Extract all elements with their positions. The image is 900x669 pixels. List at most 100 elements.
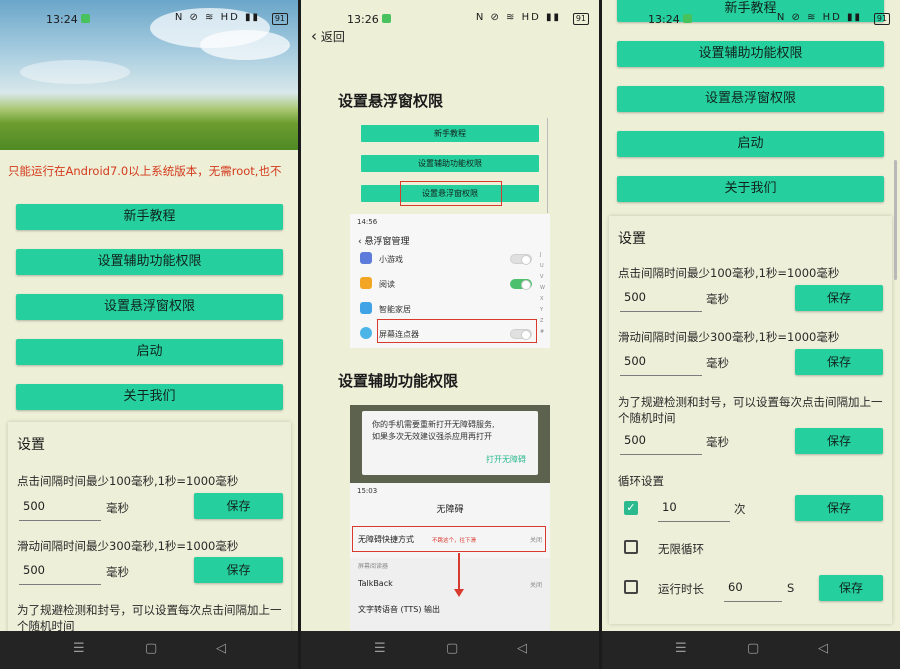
accessibility-permission-button[interactable]: 设置辅助功能权限	[617, 41, 884, 67]
tts-setting: 文字转语音 (TTS) 输出	[358, 605, 441, 614]
runtime-checkbox[interactable]	[624, 580, 638, 594]
about-us-button[interactable]: 关于我们	[617, 176, 884, 202]
dialog-message-line2: 如果多次无效建议强杀应用再打开	[372, 432, 492, 441]
scrollbar[interactable]	[894, 160, 897, 280]
mini-status-time: 15:03	[357, 487, 378, 495]
random-interval-label: 为了规避检测和封号，可以设置每次点击间隔加上一	[17, 603, 282, 617]
battery-icon: 91	[271, 13, 288, 25]
status-time: 13:26	[347, 13, 379, 26]
click-interval-label: 点击间隔时间最少100毫秒,1秒=1000毫秒	[17, 474, 239, 488]
back-label: 返回	[320, 30, 345, 44]
menu-icon[interactable]: ☰	[374, 642, 386, 656]
back-button[interactable]: ‹ 返回	[311, 27, 345, 45]
mini-status-time: 14:56	[357, 218, 378, 226]
open-accessibility-button: 打开无障碍	[486, 455, 526, 464]
random-interval-label: 为了规避检测和封号，可以设置每次点击间隔加上一	[618, 395, 883, 409]
slide-interval-unit: 毫秒	[706, 356, 729, 370]
loop-count-checkbox[interactable]: ✓	[624, 501, 638, 515]
talkback-setting: TalkBack	[358, 579, 393, 588]
app-toggle	[510, 254, 532, 265]
overlay-screen-title: ‹ 悬浮窗管理	[358, 237, 410, 247]
mini-accessibility-button: 设置辅助功能权限	[361, 155, 539, 172]
status-icons: N ⊘ ≋ HD ▮▮	[174, 12, 260, 23]
home-icon[interactable]: ▢	[747, 642, 759, 656]
reopen-dialog: 你的手机需要重新打开无障碍服务, 如果多次无效建议强杀应用再打开 打开无障碍	[362, 411, 538, 475]
app-toggle	[510, 279, 532, 290]
runtime-save-button[interactable]: 保存	[819, 575, 883, 601]
about-us-button[interactable]: 关于我们	[16, 384, 283, 410]
app-notification-icon	[81, 14, 90, 23]
click-interval-input[interactable]: 500	[19, 495, 101, 521]
right-phone-screen: 新手教程 13:24 N ⊘ ≋ HD ▮▮ 91 设置辅助功能权限 设置悬浮窗…	[602, 0, 900, 669]
infinite-loop-checkbox[interactable]	[624, 540, 638, 554]
tutorial-button[interactable]: 新手教程	[16, 204, 283, 230]
accessibility-permission-button[interactable]: 设置辅助功能权限	[16, 249, 283, 275]
loop-settings-title: 循环设置	[618, 474, 664, 488]
mini-tutorial-button: 新手教程	[361, 125, 539, 142]
slide-interval-save-button[interactable]: 保存	[795, 349, 883, 375]
screen-reader-section-title: 屏幕阅读器	[358, 563, 389, 570]
click-interval-unit: 毫秒	[106, 501, 129, 515]
overlay-permission-button[interactable]: 设置悬浮窗权限	[617, 86, 884, 112]
runtime-input[interactable]: 60	[724, 576, 782, 602]
home-icon[interactable]: ▢	[145, 642, 157, 656]
overlay-permission-heading: 设置悬浮窗权限	[338, 92, 444, 110]
app-name: 智能家居	[379, 305, 411, 314]
click-interval-save-button[interactable]: 保存	[795, 285, 883, 311]
overlay-settings-screenshot: 14:56 ‹ 悬浮窗管理 小游戏 阅读 智能家居 屏幕连点器 J U V W X Y Z #	[350, 214, 550, 348]
auto-clicker-app-icon	[360, 327, 372, 339]
infinite-loop-label: 无限循环	[658, 542, 704, 556]
game-app-icon	[360, 252, 372, 264]
smart-home-app-icon	[360, 302, 372, 314]
home-icon[interactable]: ▢	[446, 642, 458, 656]
back-icon[interactable]: ◁	[216, 642, 226, 656]
accessibility-permission-heading: 设置辅助功能权限	[338, 372, 459, 390]
app-notification-icon	[683, 14, 692, 23]
status-icons: N ⊘ ≋ HD ▮▮	[475, 12, 561, 23]
menu-icon[interactable]: ☰	[73, 642, 85, 656]
notice-text: 只能运行在Android7.0以上系统版本，无需root,也不	[8, 164, 282, 178]
reading-app-icon	[360, 277, 372, 289]
accessibility-settings-screenshot: 你的手机需要重新打开无障碍服务, 如果多次无效建议强杀应用再打开 打开无障碍 1…	[350, 405, 550, 631]
app-name: 小游戏	[379, 255, 403, 264]
app-name: 阅读	[379, 280, 395, 289]
settings-card: 设置 点击间隔时间最少100毫秒,1秒=1000毫秒 500 毫秒 保存 滑动间…	[609, 216, 892, 624]
settings-title: 设置	[618, 231, 646, 247]
click-interval-label: 点击间隔时间最少100毫秒,1秒=1000毫秒	[618, 266, 840, 280]
overlay-permission-button[interactable]: 设置悬浮窗权限	[16, 294, 283, 320]
menu-icon[interactable]: ☰	[675, 642, 687, 656]
arrow-down-icon	[454, 589, 464, 597]
random-interval-unit: 毫秒	[706, 435, 729, 449]
highlight-box	[377, 319, 537, 343]
slide-interval-save-button[interactable]: 保存	[194, 557, 283, 583]
back-icon[interactable]: ◁	[517, 642, 527, 656]
navigation-bar: ☰ ▢ ◁	[301, 631, 599, 669]
status-time: 13:24	[648, 13, 680, 26]
settings-title: 设置	[17, 437, 45, 453]
back-icon[interactable]: ◁	[818, 642, 828, 656]
click-interval-input[interactable]: 500	[620, 286, 702, 312]
middle-phone-screen: 13:26 N ⊘ ≋ HD ▮▮ 91 ‹ 返回 设置悬浮窗权限 新手教程 设…	[301, 0, 599, 669]
battery-icon: 91	[873, 13, 890, 25]
chevron-left-icon: ‹	[311, 27, 317, 45]
navigation-bar: ☰ ▢ ◁	[0, 631, 298, 669]
accessibility-screen-title: 无障碍	[436, 505, 464, 515]
loop-count-input[interactable]: 10	[658, 496, 730, 522]
slide-interval-unit: 毫秒	[106, 565, 129, 579]
settings-card: 设置 点击间隔时间最少100毫秒,1秒=1000毫秒 500 毫秒 保存 滑动间…	[8, 422, 291, 642]
random-interval-save-button[interactable]: 保存	[795, 428, 883, 454]
status-bar: 13:24 N ⊘ ≋ HD ▮▮ 91	[0, 0, 298, 36]
status-icons: N ⊘ ≋ HD ▮▮	[776, 12, 862, 23]
dialog-message: 你的手机需要重新打开无障碍服务,	[372, 420, 495, 429]
slide-interval-input[interactable]: 500	[19, 559, 101, 585]
loop-count-save-button[interactable]: 保存	[795, 495, 883, 521]
slide-interval-input[interactable]: 500	[620, 350, 702, 376]
start-button[interactable]: 启动	[617, 131, 884, 157]
click-interval-save-button[interactable]: 保存	[194, 493, 283, 519]
highlight-box	[352, 526, 546, 552]
status-bar: 13:24 N ⊘ ≋ HD ▮▮ 91	[602, 0, 900, 30]
start-button[interactable]: 启动	[16, 339, 283, 365]
runtime-unit: S	[787, 581, 795, 595]
random-interval-input[interactable]: 500	[620, 429, 702, 455]
click-interval-unit: 毫秒	[706, 292, 729, 306]
